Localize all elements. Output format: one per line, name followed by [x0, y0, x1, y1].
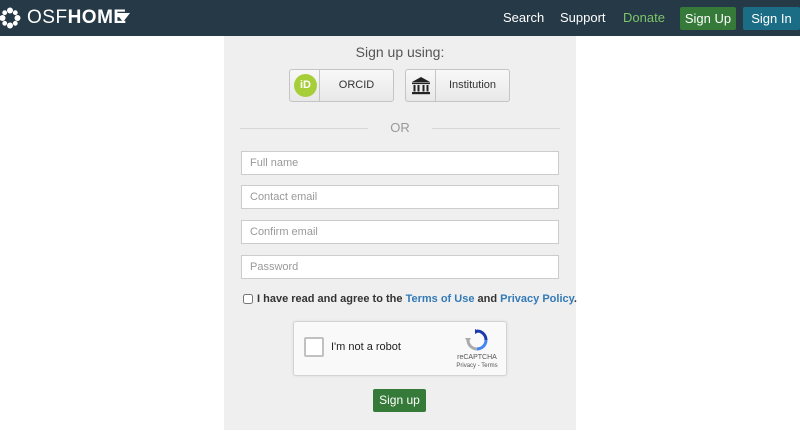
nav-donate-link[interactable]: Donate [623, 10, 665, 26]
orcid-icon: iD [294, 74, 317, 97]
institution-icon [412, 77, 430, 95]
agree-prefix-text: I have read and agree to the [257, 293, 403, 305]
recaptcha-widget: I'm not a robot reCAPTCHA Privacy - Term… [293, 321, 507, 376]
brand-text: OSFHOME [27, 8, 127, 28]
nav-sign-up-button[interactable]: Sign Up [680, 7, 736, 30]
recaptcha-brand: reCAPTCHA [457, 354, 497, 361]
orcid-label: ORCID [338, 79, 375, 91]
nav-sign-in-button[interactable]: Sign In [743, 7, 800, 30]
orcid-signup-button[interactable]: iD ORCID [289, 69, 394, 102]
confirm-email-input[interactable] [241, 220, 559, 244]
terms-of-use-link[interactable]: Terms of Use [406, 293, 475, 305]
nav-search-link[interactable]: Search [503, 10, 544, 26]
password-input[interactable] [241, 255, 559, 279]
institution-signup-button[interactable]: Institution [405, 69, 510, 102]
or-divider: OR [240, 120, 560, 136]
sign-up-submit-button[interactable]: Sign up [373, 389, 426, 412]
chevron-down-icon [116, 13, 130, 22]
top-navbar: OSFHOME Search Support Donate Sign Up Si… [0, 0, 800, 36]
agree-suffix-text: . [573, 293, 577, 305]
recaptcha-label: I'm not a robot [331, 341, 401, 353]
recaptcha-privacy-terms[interactable]: Privacy - Terms [444, 363, 510, 369]
orcid-icon-wrap: iD [290, 70, 320, 101]
institution-icon-wrap [406, 70, 436, 101]
nav-support-link[interactable]: Support [560, 10, 606, 26]
terms-agreement-text: I have read and agree to the Terms of Us… [257, 293, 577, 305]
recaptcha-icon [465, 329, 488, 351]
or-divider-line-right [432, 128, 560, 129]
agree-and-text: and [477, 293, 498, 305]
recaptcha-checkbox[interactable] [304, 337, 324, 357]
sign-up-using-heading: Sign up using: [355, 44, 445, 60]
signup-panel: Sign up using: iD ORCID Institution OR F… [224, 36, 577, 430]
terms-checkbox[interactable] [243, 294, 253, 304]
contact-email-input[interactable] [241, 185, 559, 209]
privacy-policy-link[interactable]: Privacy Policy [500, 293, 574, 305]
full-name-input[interactable] [241, 151, 559, 175]
brand-prefix: OSF [27, 7, 68, 28]
osf-logo-icon [0, 7, 21, 29]
institution-label: Institution [448, 79, 497, 91]
